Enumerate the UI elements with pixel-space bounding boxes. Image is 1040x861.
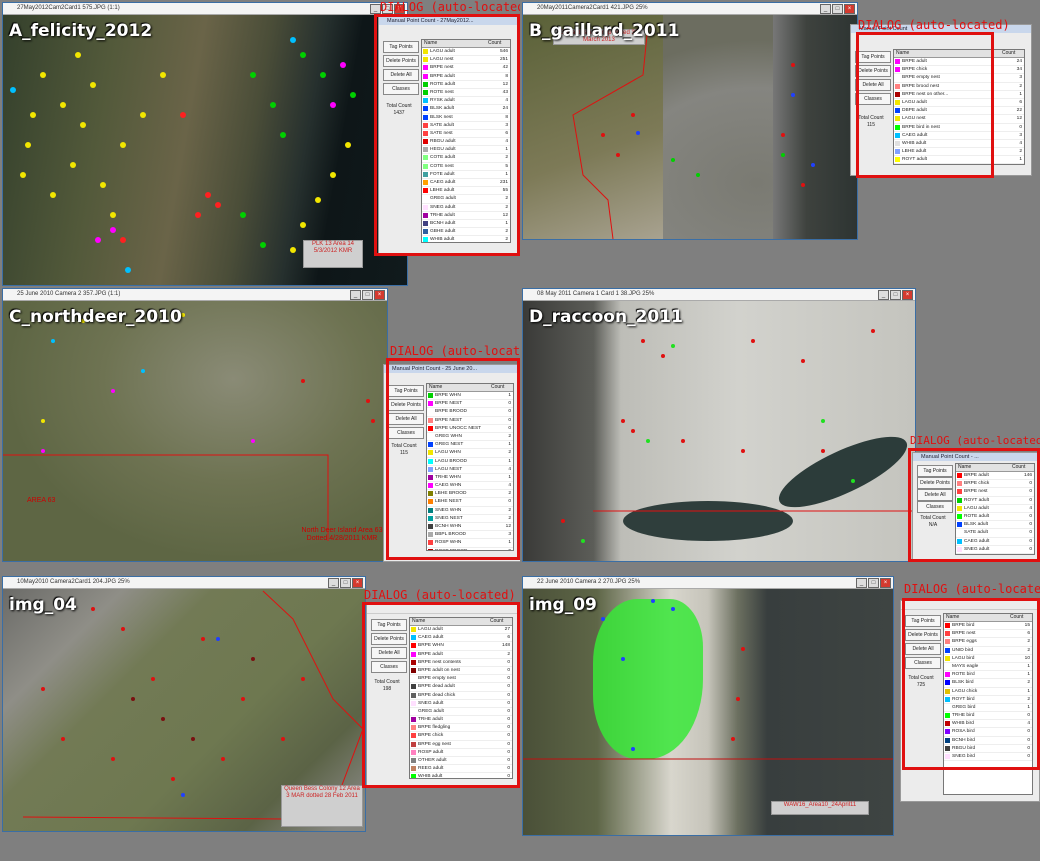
panel-f: 22 June 2010 Camera 2 270.JPG 25% _ □ × im…	[520, 576, 1040, 861]
dialog-highlight-d	[908, 448, 1040, 562]
dialog-highlight-b	[856, 32, 994, 178]
dialog-highlight-label-c: DIALOG (auto-located)	[390, 344, 520, 358]
image-window-d[interactable]: 08 May 2011 Camera 1 Card 1 38.JPG 25% _…	[522, 288, 916, 562]
annotation-e: Queen Bess Colony 12 Area 3 MAR dotted 2…	[281, 785, 363, 827]
window-title-f[interactable]: 22 June 2010 Camera 2 270.JPG 25% _ □ ×	[523, 577, 893, 589]
class-count: 2	[1019, 149, 1022, 155]
close-icon[interactable]: ×	[880, 578, 891, 588]
panel-e: 10May2010 Camera2Card1 204.JPG 25% _ □ × i…	[0, 576, 520, 861]
maximize-icon[interactable]: □	[868, 578, 879, 588]
panel-label-d: D_raccoon_2011	[529, 307, 683, 327]
class-count: 3	[1019, 75, 1022, 81]
class-count: 0	[1019, 124, 1022, 130]
panel-label-c: C_northdeer_2010	[9, 307, 182, 327]
annotation-c: North Deer Island Area 63 Dotted 4/28/20…	[301, 527, 383, 542]
close-icon[interactable]: ×	[902, 290, 913, 300]
window-title-text: 25 June 2010 Camera 2 357.JPG (1:1)	[17, 291, 121, 297]
aerial-image-c[interactable]: C_northdeer_2010 AREA 63 North Deer Isla…	[3, 301, 387, 561]
panel-label-e: img_04	[9, 595, 77, 615]
dialog-highlight-c	[386, 358, 520, 560]
window-title-b[interactable]: 20May2011Camera2Card1 421.JPG 25% _ □ ×	[523, 3, 857, 15]
annotation-a: PLK 13 Area 14 5/3/2012 KMR	[303, 240, 363, 268]
panel-label-a: A_felicity_2012	[9, 21, 153, 41]
panel-a: 27May2012Cam2Card1 575.JPG (1:1) _ □ × A_f…	[0, 0, 520, 288]
area-label-c: AREA 63	[27, 497, 56, 504]
close-icon[interactable]: ×	[352, 578, 363, 588]
class-count: 1	[1008, 164, 1024, 165]
class-count: 4	[1019, 140, 1022, 146]
window-title-a[interactable]: 27May2012Cam2Card1 575.JPG (1:1) _ □ ×	[3, 3, 407, 15]
window-title-c[interactable]: 25 June 2010 Camera 2 357.JPG (1:1) _ □ ×	[3, 289, 387, 301]
dialog-highlight-label-b: DIALOG (auto-located)	[858, 18, 1010, 32]
minimize-icon[interactable]: _	[328, 578, 339, 588]
dialog-highlight-a	[374, 14, 520, 256]
minimize-icon[interactable]: _	[856, 578, 867, 588]
image-window-f[interactable]: 22 June 2010 Camera 2 270.JPG 25% _ □ × im…	[522, 576, 894, 836]
panel-label-b: B_gaillard_2011	[529, 21, 680, 41]
window-title-text: 20May2011Camera2Card1 421.JPG 25%	[537, 5, 648, 11]
point-markers-c	[3, 313, 375, 541]
close-icon[interactable]: ×	[844, 4, 855, 14]
class-count: 1	[1019, 91, 1022, 97]
dialog-highlight-e	[362, 602, 520, 788]
dialog-highlight-label-a: DIALOG (auto-located)	[380, 0, 520, 14]
panel-d: 08 May 2011 Camera 1 Card 1 38.JPG 25% _…	[520, 288, 1040, 576]
class-count: 12	[1016, 116, 1022, 122]
minimize-icon[interactable]: _	[350, 290, 361, 300]
window-title-text: 08 May 2011 Camera 1 Card 1 38.JPG 25%	[537, 291, 655, 297]
point-markers-f	[523, 599, 893, 760]
image-window-c[interactable]: 25 June 2010 Camera 2 357.JPG (1:1) _ □ × …	[2, 288, 388, 562]
maximize-icon[interactable]: □	[362, 290, 373, 300]
class-count: 3	[1019, 132, 1022, 138]
window-title-text: 10May2010 Camera2Card1 204.JPG 25%	[17, 579, 130, 585]
window-title-text: 22 June 2010 Camera 2 270.JPG 25%	[537, 579, 641, 585]
window-title-e[interactable]: 10May2010 Camera2Card1 204.JPG 25% _ □ ×	[3, 577, 365, 589]
dialog-highlight-label-d: DIALOG (auto-located)	[910, 434, 1040, 447]
close-icon[interactable]: ×	[374, 290, 385, 300]
image-window-e[interactable]: 10May2010 Camera2Card1 204.JPG 25% _ □ × i…	[2, 576, 366, 832]
class-count: 2	[1019, 83, 1022, 89]
aerial-image-b[interactable]: B_gaillard_2011 Gaillard Island map dott…	[523, 15, 857, 239]
maximize-icon[interactable]: □	[340, 578, 351, 588]
minimize-icon[interactable]: _	[878, 290, 889, 300]
aerial-image-e[interactable]: img_04 Queen Bess Colony 12 Area 3 MAR d…	[3, 589, 365, 831]
col-count: Count	[1002, 50, 1016, 56]
dialog-highlight-label-f: DIALOG (auto-located)	[904, 582, 1040, 596]
image-window-b[interactable]: 20May2011Camera2Card1 421.JPG 25% _ □ × B_…	[522, 2, 858, 240]
class-count: 22	[1016, 108, 1022, 114]
window-title-d[interactable]: 08 May 2011 Camera 1 Card 1 38.JPG 25% _…	[523, 289, 915, 301]
dialog-highlight-label-e: DIALOG (auto-located)	[364, 588, 516, 602]
aerial-image-d[interactable]: D_raccoon_2011	[523, 301, 916, 561]
class-count: 34	[1016, 67, 1022, 73]
point-markers-b	[572, 24, 815, 239]
panel-label-f: img_09	[529, 595, 597, 615]
aerial-image-f[interactable]: img_09 WAW16_Area10_24April11	[523, 589, 893, 835]
panel-c: 25 June 2010 Camera 2 357.JPG (1:1) _ □ × …	[0, 288, 520, 576]
point-markers-d	[561, 329, 915, 543]
annotation-f: WAW16_Area10_24April11	[771, 801, 869, 815]
minimize-icon[interactable]: _	[820, 4, 831, 14]
window-title-text: 27May2012Cam2Card1 575.JPG (1:1)	[17, 5, 120, 11]
class-count: 1	[1019, 157, 1022, 163]
maximize-icon[interactable]: □	[890, 290, 901, 300]
class-count: 24	[1016, 59, 1022, 64]
dialog-highlight-f	[902, 598, 1040, 770]
aerial-image-a[interactable]: A_felicity_2012 PLK 13 Area 14 5/3/2012 …	[3, 15, 407, 285]
maximize-icon[interactable]: □	[832, 4, 843, 14]
class-count: 6	[1019, 99, 1022, 105]
image-window-a[interactable]: 27May2012Cam2Card1 575.JPG (1:1) _ □ × A_f…	[2, 2, 408, 286]
panel-b: 20May2011Camera2Card1 421.JPG 25% _ □ × B_…	[520, 0, 1040, 288]
